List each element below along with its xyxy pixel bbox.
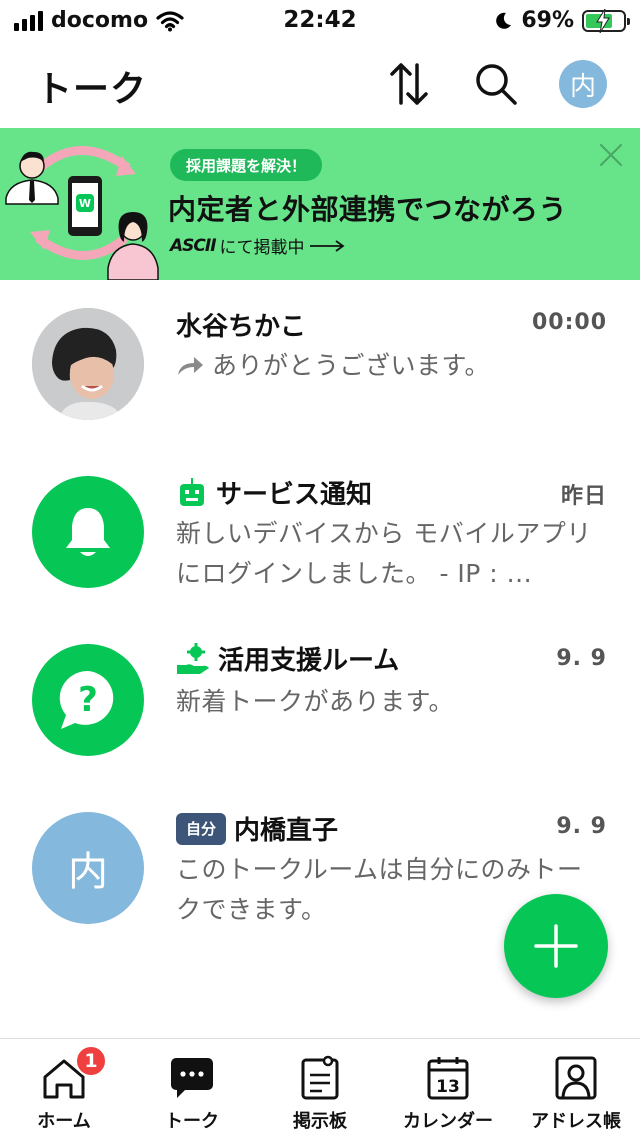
svg-text:?: ? xyxy=(78,680,98,720)
contacts-icon xyxy=(555,1056,597,1100)
user-photo-icon xyxy=(32,308,144,420)
banner-sub-text: にて掲載中 xyxy=(219,238,305,258)
support-hand-icon xyxy=(177,642,209,674)
home-icon-wrap: 1 xyxy=(39,1045,107,1103)
svg-text:13: 13 xyxy=(436,1077,460,1097)
battery-percent: 69% xyxy=(521,8,574,33)
chat-name: 活用支援ルーム xyxy=(176,640,399,677)
svg-text:W: W xyxy=(79,197,91,210)
search-icon xyxy=(476,64,517,105)
forward-arrow-icon xyxy=(178,357,203,375)
tab-label: 掲示板 xyxy=(293,1111,347,1132)
tab-talk[interactable]: トーク xyxy=(128,1039,256,1136)
moon-icon xyxy=(496,12,512,29)
sort-button[interactable] xyxy=(381,56,437,112)
banner-close-button[interactable] xyxy=(598,142,624,168)
banner-brand: ASCII xyxy=(170,235,217,256)
help-bubble-icon: ? xyxy=(59,670,114,729)
tab-label: カレンダー xyxy=(403,1111,493,1132)
tab-label: ホーム xyxy=(37,1111,91,1132)
tab-home[interactable]: 1 ホーム xyxy=(0,1039,128,1136)
chat-time: 昨日 xyxy=(560,484,607,509)
chat-time: 9. 9 xyxy=(556,814,607,839)
notification-badge: 1 xyxy=(75,1045,107,1077)
profile-button[interactable]: 内 xyxy=(555,56,611,112)
bot-icon xyxy=(180,477,204,506)
bell-icon xyxy=(66,508,110,556)
chat-name: 自分 内橋直子 xyxy=(176,810,338,847)
chat-row-mizutani[interactable]: 水谷ちかこ 00:00 ありがとうございます。 xyxy=(0,280,640,448)
avatar xyxy=(32,476,144,588)
promo-banner[interactable]: W 採用課題を解決！ 内定者と外部連携でつながろう ASCII にて掲載中 xyxy=(0,128,640,280)
status-bar-right: 69% xyxy=(493,8,630,33)
contacts-icon-wrap xyxy=(551,1053,601,1103)
banner-headline: 内定者と外部連携でつながろう xyxy=(168,193,568,226)
banner-badge: 採用課題を解決！ xyxy=(170,149,323,181)
banner-illustration: W xyxy=(5,146,159,280)
avatar: 内 xyxy=(559,60,607,108)
chat-row-support-room[interactable]: ? 活用支援ルーム 9. 9 新着トークがあります。 xyxy=(0,616,640,784)
chat-preview: 新しいデバイスから モバイルアプリにログインしました。 - IP : ... xyxy=(176,519,592,588)
chat-icon-wrap xyxy=(167,1053,217,1103)
header: トーク 内 xyxy=(0,42,640,128)
chat-preview: ありがとうございます。 xyxy=(176,346,606,386)
plus-icon xyxy=(534,924,578,968)
self-tag: 自分 xyxy=(176,812,226,845)
avatar: 内 xyxy=(32,812,144,924)
tab-label: トーク xyxy=(165,1111,219,1132)
tab-board[interactable]: 掲示板 xyxy=(256,1039,384,1136)
battery-icon xyxy=(582,8,630,33)
sort-icon xyxy=(390,63,428,105)
board-icon xyxy=(301,1055,339,1100)
page-title: トーク xyxy=(36,69,148,110)
avatar: ? xyxy=(32,644,144,756)
close-icon xyxy=(599,143,623,167)
avatar xyxy=(32,308,144,420)
calendar-icon: 13 xyxy=(427,1057,469,1100)
new-chat-button[interactable] xyxy=(504,894,608,998)
chat-row-service-notice[interactable]: サービス通知 昨日 新しいデバイスから モバイルアプリにログインしました。 - … xyxy=(0,448,640,616)
chat-preview: 新着トークがあります。 xyxy=(176,687,455,716)
chat-bubble-icon xyxy=(171,1058,213,1098)
chat-name: 水谷ちかこ xyxy=(176,312,307,342)
status-bar: docomo 22:42 69% xyxy=(0,0,640,42)
chat-name: サービス通知 xyxy=(176,474,372,511)
calendar-icon-wrap: 13 xyxy=(423,1053,473,1103)
tab-calendar[interactable]: 13 カレンダー xyxy=(384,1039,512,1136)
chat-time: 9. 9 xyxy=(556,646,607,671)
chat-time: 00:00 xyxy=(531,310,607,335)
tab-label: アドレス帳 xyxy=(531,1111,621,1132)
tab-address-book[interactable]: アドレス帳 xyxy=(512,1039,640,1136)
board-icon-wrap xyxy=(295,1053,345,1103)
tab-bar: 1 ホーム トーク 掲示板 13 カレンダー アドレス帳 xyxy=(0,1038,640,1136)
search-button[interactable] xyxy=(468,56,524,112)
banner-source: ASCII にて掲載中 xyxy=(170,233,345,258)
arrow-right-icon xyxy=(309,239,345,252)
